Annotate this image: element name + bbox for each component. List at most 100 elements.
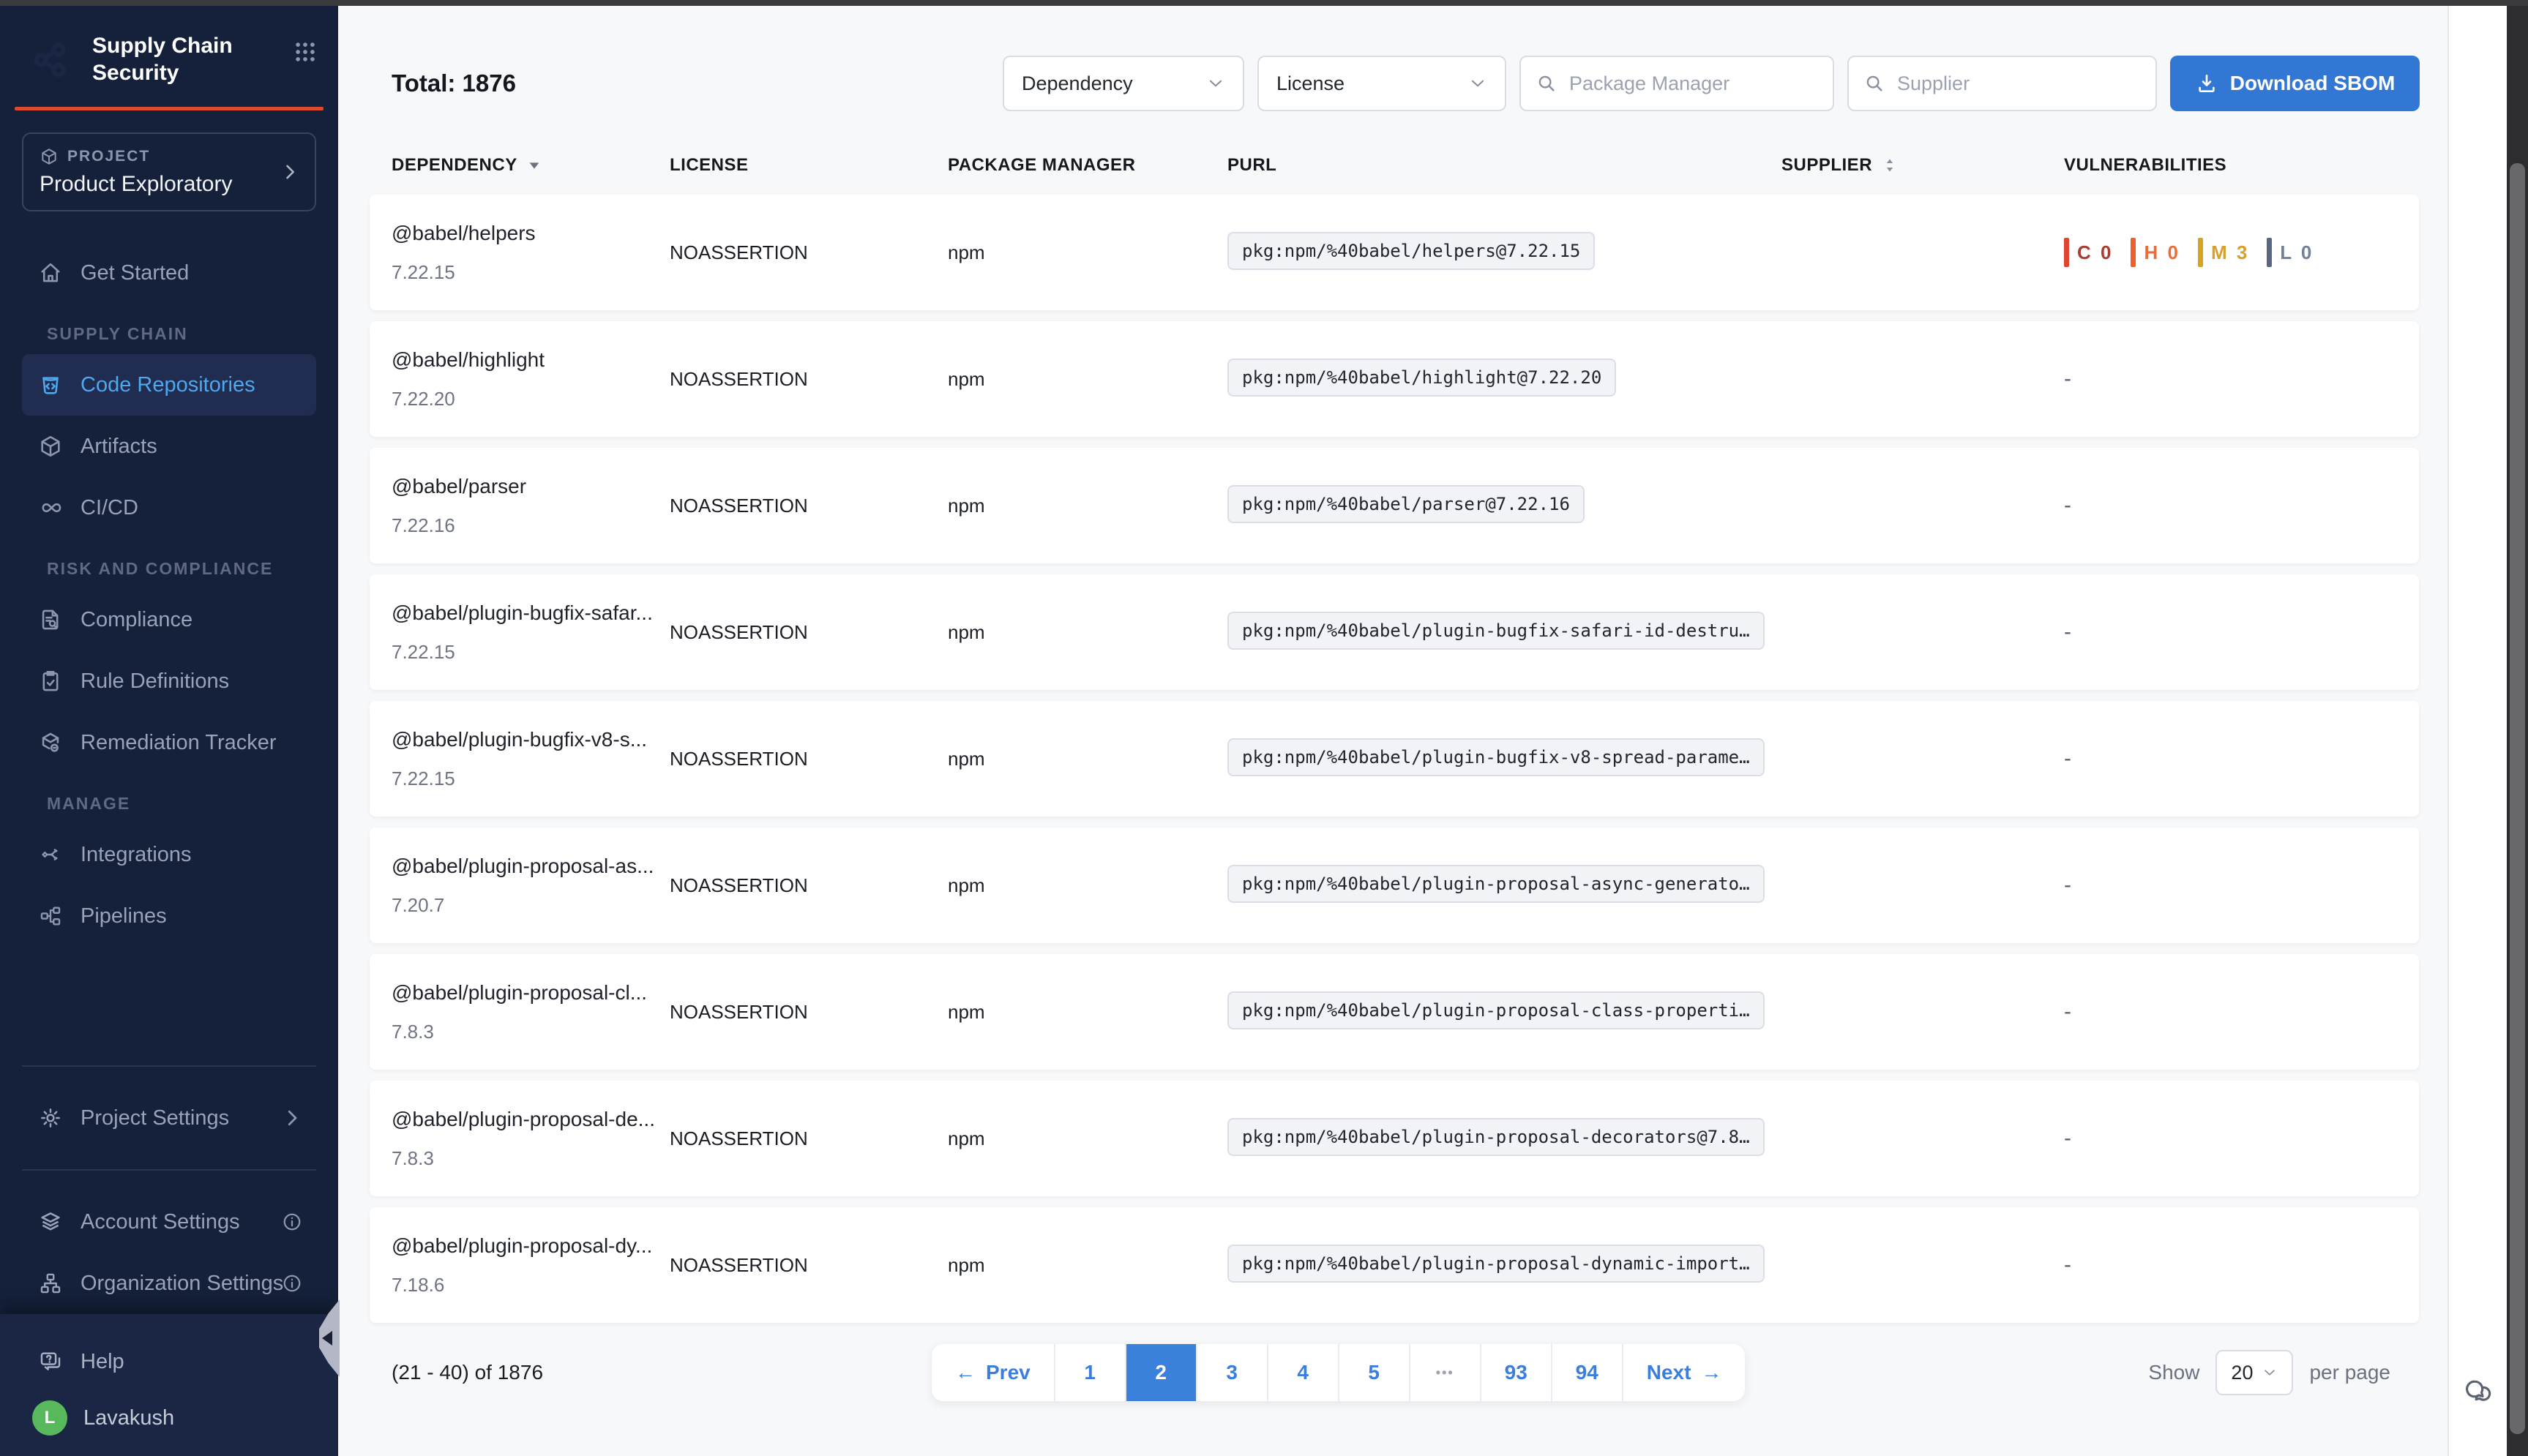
sidebar-item-label: Artifacts	[81, 435, 157, 459]
supplier-input[interactable]	[1847, 56, 2157, 111]
sidebar-item-code-repositories[interactable]: Code Repositories	[22, 354, 316, 416]
page-button-5[interactable]: 5	[1338, 1344, 1409, 1401]
supplier-search	[1847, 56, 2157, 111]
license-cell: NOASSERTION	[670, 874, 948, 897]
project-selector[interactable]: PROJECT Product Exploratory	[22, 132, 316, 211]
vulnerability-badge-l: L 0	[2267, 238, 2314, 267]
prev-page-button[interactable]: ←Prev	[932, 1344, 1054, 1401]
window-top-strip	[0, 0, 2528, 6]
vulnerabilities-cell: -	[2064, 493, 2397, 518]
sidebar-item-integrations[interactable]: Integrations	[22, 824, 316, 885]
table-row: @babel/plugin-bugfix-safar...7.22.15NOAS…	[370, 574, 2419, 690]
page-button-94[interactable]: 94	[1551, 1344, 1622, 1401]
dependency-version: 7.22.15	[392, 768, 670, 790]
user-menu[interactable]: L Lavakush	[22, 1400, 316, 1436]
table-row: @babel/parser7.22.16NOASSERTIONnpmpkg:np…	[370, 448, 2419, 563]
page-button-2[interactable]: 2	[1125, 1344, 1196, 1401]
sidebar-divider	[22, 1169, 316, 1171]
table-row: @babel/plugin-proposal-cl... 7.8.3NOASSER…	[370, 954, 2419, 1070]
column-header-vulnerabilities: VULNERABILITIES	[2064, 155, 2397, 176]
chevron-down-icon	[1206, 74, 1225, 93]
purl-chip: pkg:npm/%40babel/plugin-proposal-async-g…	[1227, 865, 1765, 903]
dependency-name: @babel/plugin-proposal-as...	[392, 855, 670, 878]
dependency-cell: @babel/plugin-proposal-dy...7.18.6	[392, 1234, 670, 1296]
sidebar-item-label: Pipelines	[81, 904, 167, 928]
next-page-button[interactable]: Next→	[1622, 1344, 1746, 1401]
purl-cell: pkg:npm/%40babel/plugin-proposal-class-p…	[1227, 991, 1781, 1033]
sidebar-dock: Help L Lavakush	[0, 1314, 338, 1456]
sidebar-item-remediation-tracker[interactable]: Remediation Tracker	[22, 712, 316, 773]
sidebar-item-compliance[interactable]: Compliance	[22, 589, 316, 650]
purl-cell: pkg:npm/%40babel/helpers@7.22.15	[1227, 232, 1781, 274]
dependency-filter-select[interactable]: Dependency	[1003, 56, 1244, 111]
dependency-filter-label: Dependency	[1022, 72, 1133, 95]
sidebar-item-project-settings[interactable]: Project Settings	[22, 1087, 316, 1149]
chevron-right-icon	[281, 1107, 303, 1129]
vulnerabilities-cell: -	[2064, 1253, 2397, 1277]
dependency-version: 7.18.6	[392, 1274, 670, 1296]
dependency-version: 7.22.20	[392, 388, 670, 410]
download-sbom-label: Download SBOM	[2230, 72, 2396, 95]
sidebar-item-label: Project Settings	[81, 1106, 229, 1130]
sidebar-item-artifacts[interactable]: Artifacts	[22, 416, 316, 477]
filters: Dependency License Download SBO	[1003, 56, 2420, 111]
package-manager-cell: npm	[948, 368, 1227, 391]
page-size-control: Show 20 per page	[2148, 1350, 2390, 1395]
sidebar-item-pipelines[interactable]: Pipelines	[22, 885, 316, 947]
license-cell: NOASSERTION	[670, 1001, 948, 1024]
vulnerabilities-cell: -	[2064, 367, 2397, 391]
table-row: @babel/plugin-bugfix-v8-s...7.22.15NOASS…	[370, 701, 2419, 817]
dependency-name: @babel/parser	[392, 475, 670, 498]
column-header-supplier[interactable]: SUPPLIER	[1781, 155, 2064, 176]
table-row: @babel/plugin-proposal-de...7.8.3NOASSER…	[370, 1081, 2419, 1196]
chat-support-icon[interactable]	[2462, 1376, 2494, 1408]
download-sbom-button[interactable]: Download SBOM	[2170, 56, 2420, 111]
dependency-cell: @babel/parser7.22.16	[392, 475, 670, 537]
page-button-93[interactable]: 93	[1480, 1344, 1551, 1401]
empty-value: -	[2064, 873, 2071, 897]
apps-grid-icon[interactable]	[293, 40, 318, 64]
page-button-3[interactable]: 3	[1196, 1344, 1267, 1401]
brand: Supply Chain Security	[0, 6, 338, 89]
dependency-cell: @babel/helpers7.22.15	[392, 222, 670, 284]
severity-bar	[2131, 238, 2136, 267]
sidebar-item-ci-cd[interactable]: CI/CD	[22, 477, 316, 539]
sidebar-item-help[interactable]: Help	[22, 1336, 316, 1387]
package-manager-cell: npm	[948, 1001, 1227, 1024]
purl-chip: pkg:npm/%40babel/plugin-proposal-decorat…	[1227, 1118, 1765, 1156]
license-cell: NOASSERTION	[670, 621, 948, 644]
arrow-left-icon: ←	[955, 1361, 976, 1384]
column-header-dependency[interactable]: DEPENDENCY	[392, 155, 670, 176]
download-icon	[2195, 72, 2218, 95]
toolbar: Total: 1876 Dependency License	[370, 54, 2420, 113]
dependency-version: 7.8.3	[392, 1021, 670, 1043]
page-size-select[interactable]: 20	[2215, 1350, 2293, 1395]
package-manager-input[interactable]	[1519, 56, 1834, 111]
sidebar-item-rule-definitions[interactable]: Rule Definitions	[22, 650, 316, 712]
vulnerabilities-cell: -	[2064, 999, 2397, 1024]
sidebar-item-account-settings[interactable]: Account Settings	[22, 1191, 316, 1253]
nav-section-header: RISK AND COMPLIANCE	[47, 559, 316, 579]
table-row: @babel/highlight7.22.20NOASSERTIONnpmpkg…	[370, 321, 2419, 437]
empty-value: -	[2064, 620, 2071, 644]
sidebar-item-get-started[interactable]: Get Started	[22, 242, 316, 304]
total-count: Total: 1876	[370, 70, 516, 97]
license-cell: NOASSERTION	[670, 495, 948, 517]
scrollbar-thumb[interactable]	[2510, 163, 2525, 1434]
show-label: Show	[2148, 1361, 2199, 1384]
license-cell: NOASSERTION	[670, 368, 948, 391]
dependency-cell: @babel/plugin-proposal-cl... 7.8.3	[392, 981, 670, 1043]
severity-bar	[2198, 238, 2203, 267]
license-cell: NOASSERTION	[670, 748, 948, 770]
page-button-1[interactable]: 1	[1054, 1344, 1125, 1401]
page-button-4[interactable]: 4	[1267, 1344, 1338, 1401]
license-filter-select[interactable]: License	[1257, 56, 1506, 111]
nav-section-header: SUPPLY CHAIN	[47, 324, 316, 344]
purl-chip: pkg:npm/%40babel/highlight@7.22.20	[1227, 359, 1616, 397]
sidebar-item-organization-settings[interactable]: Organization Settings	[22, 1253, 316, 1314]
dependency-name: @babel/plugin-proposal-cl...	[392, 981, 670, 1005]
purl-cell: pkg:npm/%40babel/parser@7.22.16	[1227, 485, 1781, 527]
info-icon	[281, 1211, 303, 1233]
package-manager-cell: npm	[948, 874, 1227, 897]
package-manager-cell: npm	[948, 748, 1227, 770]
